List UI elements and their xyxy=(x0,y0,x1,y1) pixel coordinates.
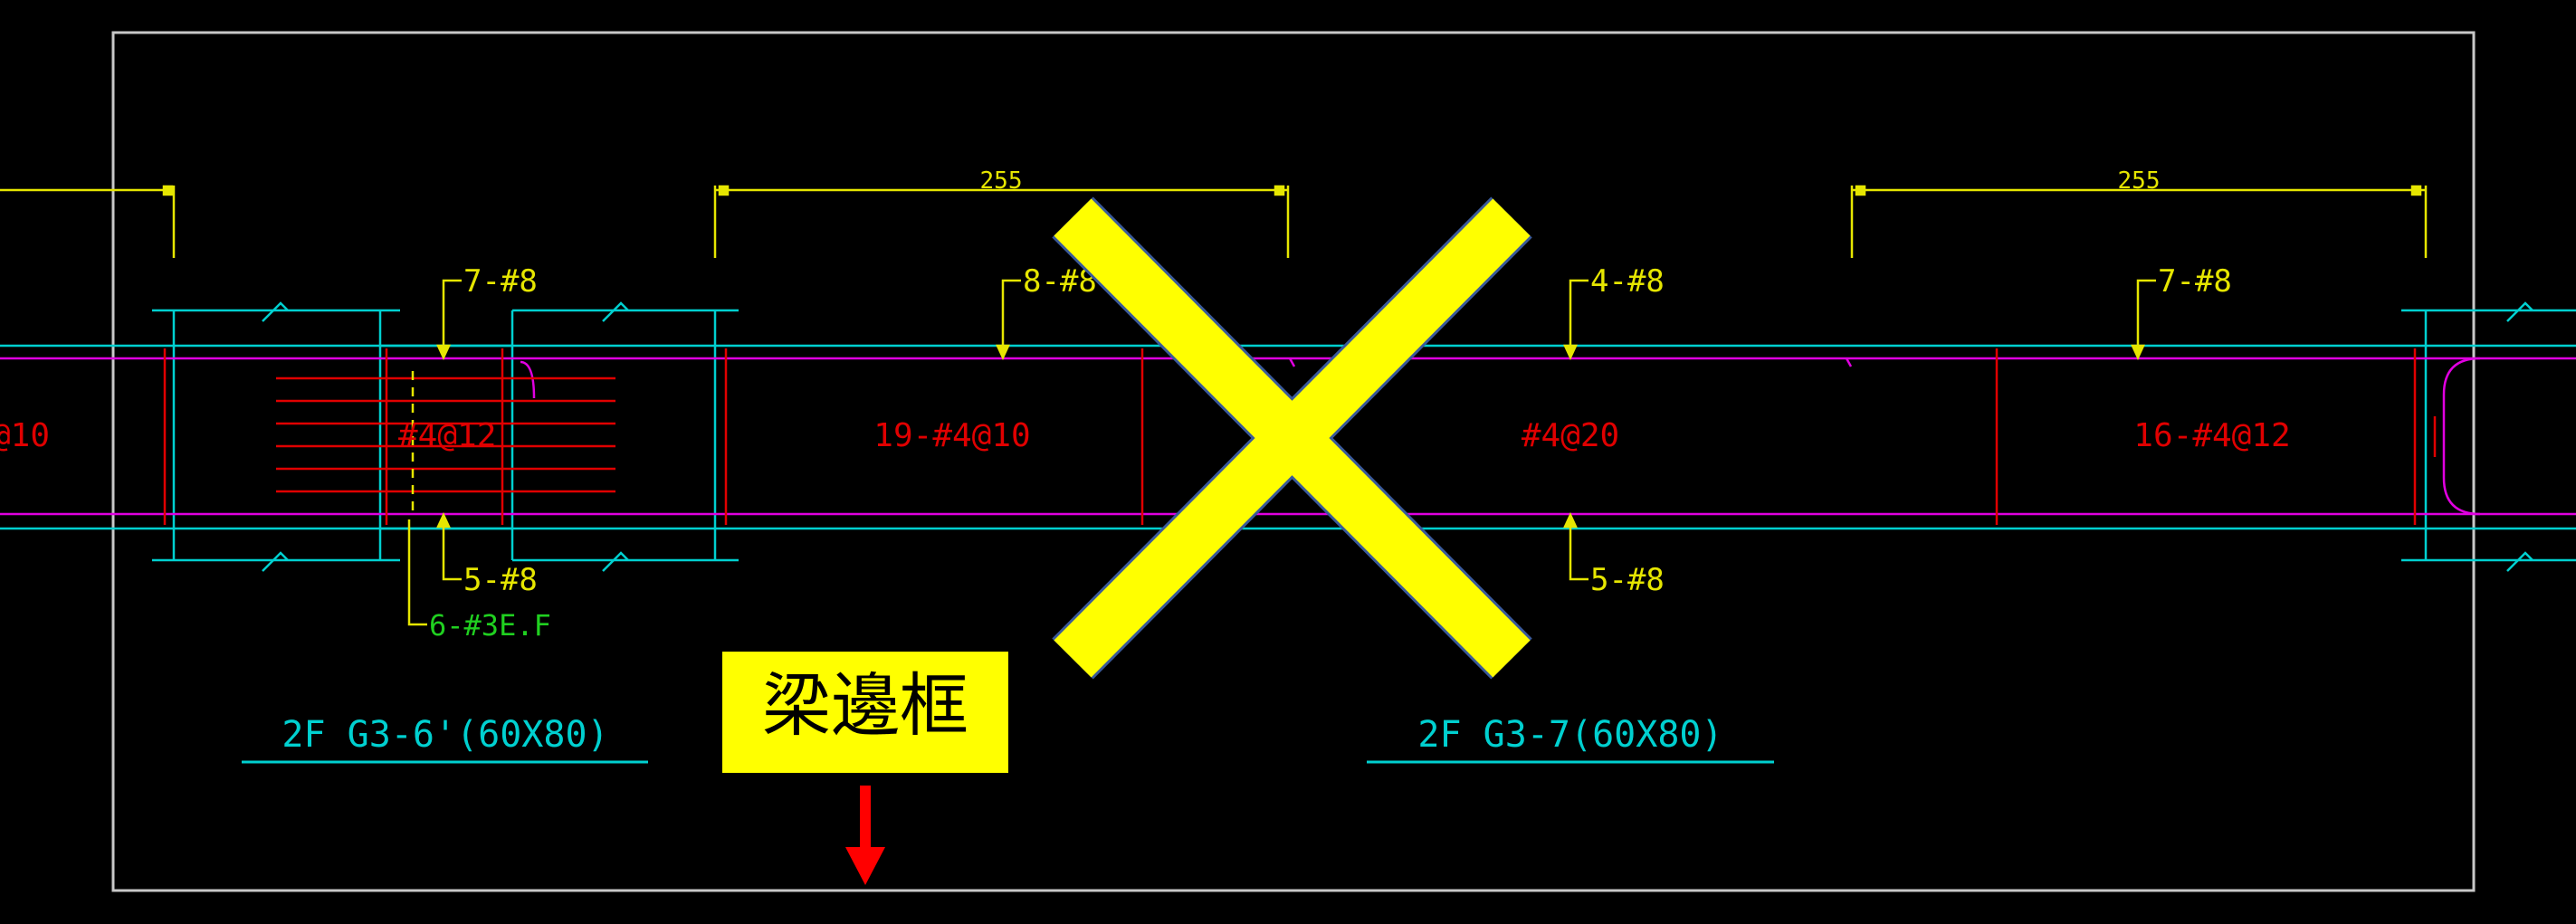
beam-title-right: 2F G3-7(60X80) xyxy=(1417,714,1722,756)
dimension-label-2: 255 xyxy=(2118,167,2161,195)
rebar-label-section-bottom: 5-#8 xyxy=(463,562,538,598)
stirrup-label-zone-1: 19-#4@10 xyxy=(873,417,1030,454)
rebar-label-beam-top-right: 7-#8 xyxy=(2158,263,2232,300)
dimension-label-1: 255 xyxy=(980,167,1023,195)
rebar-label-beam-top-mid: 4-#8 xyxy=(1590,263,1665,300)
beam-title-left: 2F G3-6'(60X80) xyxy=(281,714,608,756)
rebar-label-beam-bottom-mid: 5-#8 xyxy=(1590,562,1665,598)
stirrup-label-far-left: @10 xyxy=(0,417,50,454)
rebar-label-side-bars: 6-#3E.F xyxy=(429,608,551,643)
callout-label: 梁邊框 xyxy=(762,665,968,746)
rebar-label-section-top: 7-#8 xyxy=(463,263,538,300)
stirrup-label-zone-3: 16-#4@12 xyxy=(2133,417,2290,454)
stirrup-label-zone-2: #4@20 xyxy=(1522,417,1619,454)
cad-drawing-canvas: 255 255 7-#8 8-#8 4-#8 7-#8 5-#8 5-#8 6-… xyxy=(0,0,2576,924)
stirrup-label-section: #4@12 xyxy=(398,417,496,454)
